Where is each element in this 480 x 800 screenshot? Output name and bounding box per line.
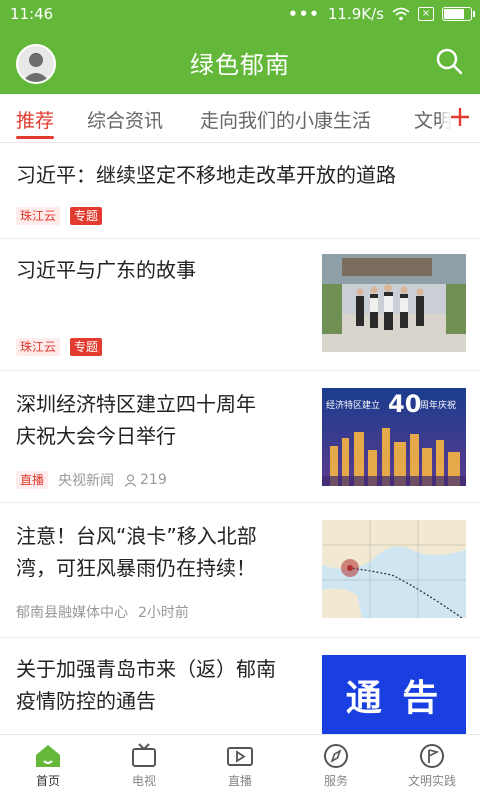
article-thumbnail: 通 告 xyxy=(322,655,466,735)
app-title: 绿色郁南 xyxy=(190,51,290,79)
live-badge: 直播 xyxy=(16,471,49,489)
article-thumbnail xyxy=(322,520,466,618)
topic-tag: 专题 xyxy=(70,207,103,225)
source-tag: 珠江云 xyxy=(16,338,61,356)
signal-dots: ••• xyxy=(288,5,320,23)
tab-general-news[interactable]: 综合资讯 xyxy=(87,106,163,133)
article-title: 习近平与广东的故事 xyxy=(16,258,196,282)
news-feed: 习近平：继续坚定不移地走改革开放的道路 珠江云 专题 习近平与广东的故事 珠江云… xyxy=(0,143,480,735)
nav-live[interactable]: 直播 xyxy=(192,735,288,800)
wifi-icon xyxy=(392,7,410,21)
article-source: 郁南县融媒体中心 xyxy=(16,605,128,621)
news-item[interactable]: 注意！台风“浪卡”移入北部 湾，可狂风暴雨仍在持续！ 郁南县融媒体中心 2小时前 xyxy=(0,502,480,638)
tab-xiaokang-life[interactable]: 走向我们的小康生活 xyxy=(200,106,371,133)
tab-recommend[interactable]: 推荐 xyxy=(16,106,54,133)
nav-label: 服务 xyxy=(323,774,348,788)
battery-icon xyxy=(442,7,475,21)
home-icon xyxy=(36,745,60,767)
shenzhen-anniversary-image: 经济特区建立 40 周年庆祝 xyxy=(322,388,466,486)
status-bar: 11:46 ••• 11.9K/s × xyxy=(0,0,480,28)
add-channel-button[interactable] xyxy=(442,94,480,142)
news-item[interactable]: 习近平：继续坚定不移地走改革开放的道路 珠江云 专题 xyxy=(0,143,480,239)
article-time: 2小时前 xyxy=(138,605,189,621)
news-item[interactable]: 关于加强青岛市来（返）郁南 疫情防控的通告 通 告 xyxy=(0,637,480,735)
nav-label: 首页 xyxy=(35,774,60,788)
view-count: 219 xyxy=(140,472,167,488)
notice-thumb-text: 通 告 xyxy=(345,678,443,719)
article-title-line-1: 深圳经济特区建立四十周年 xyxy=(16,392,256,416)
nav-label: 电视 xyxy=(131,774,156,788)
nav-civilization-practice[interactable]: 文明实践 xyxy=(384,735,480,800)
nav-tv[interactable]: 电视 xyxy=(96,735,192,800)
nav-label: 文明实践 xyxy=(407,774,456,788)
search-icon[interactable] xyxy=(434,46,464,76)
app-header: 绿色郁南 xyxy=(0,28,480,94)
live-icon xyxy=(227,747,253,766)
tv-icon xyxy=(132,743,156,767)
article-thumbnail xyxy=(322,254,466,352)
news-item[interactable]: 深圳经济特区建立四十周年 庆祝大会今日举行 直播 央视新闻 219 经济特区建立… xyxy=(0,370,480,503)
plus-icon xyxy=(451,108,469,126)
active-tab-indicator xyxy=(16,136,54,139)
status-time: 11:46 xyxy=(10,5,54,23)
thumb-caption: 经济特区建立 xyxy=(326,399,380,411)
source-tag: 珠江云 xyxy=(16,207,61,225)
views-icon xyxy=(124,473,137,487)
channel-tabs: 推荐 综合资讯 走向我们的小康生活 文明 xyxy=(0,94,480,143)
nav-services[interactable]: 服务 xyxy=(288,735,384,800)
nav-label: 直播 xyxy=(227,774,252,788)
typhoon-track-map xyxy=(322,520,466,618)
sim-icon: × xyxy=(418,7,434,21)
article-title-line-2: 庆祝大会今日举行 xyxy=(16,424,176,448)
article-title-line-2: 疫情防控的通告 xyxy=(16,689,156,713)
article-title: 习近平：继续坚定不移地走改革开放的道路 xyxy=(16,163,396,187)
bottom-navigation: 首页 电视 直播 服务 文明实践 xyxy=(0,734,480,800)
topic-tag: 专题 xyxy=(70,338,103,356)
thumb-number: 40 xyxy=(388,390,421,418)
article-title-line-1: 关于加强青岛市来（返）郁南 xyxy=(16,657,276,681)
walking-group-photo xyxy=(322,254,466,352)
network-speed: 11.9K/s xyxy=(327,5,384,23)
thumb-suffix: 周年庆祝 xyxy=(420,399,456,411)
nav-home[interactable]: 首页 xyxy=(0,735,96,800)
article-title-line-1: 注意！台风“浪卡”移入北部 xyxy=(16,524,257,548)
news-item[interactable]: 习近平与广东的故事 珠江云 专题 xyxy=(0,238,480,371)
compass-icon xyxy=(324,744,348,768)
article-title-line-2: 湾，可狂风暴雨仍在持续！ xyxy=(16,556,256,580)
article-source: 央视新闻 xyxy=(58,473,115,489)
article-thumbnail: 经济特区建立 40 周年庆祝 xyxy=(322,388,466,486)
flag-icon xyxy=(420,744,444,768)
